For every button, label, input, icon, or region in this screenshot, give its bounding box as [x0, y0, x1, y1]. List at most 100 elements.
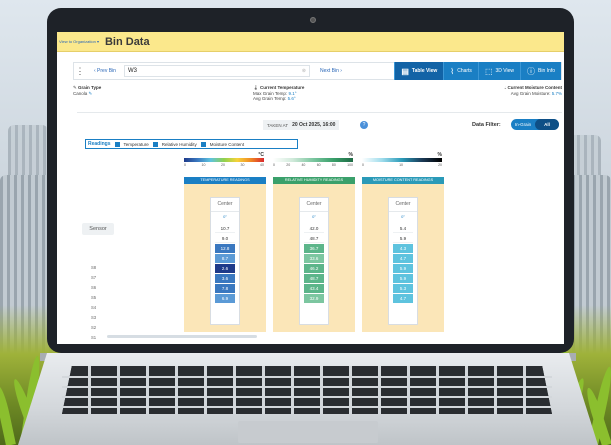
- moisture-checkbox-label: Moisture Content: [209, 141, 245, 147]
- help-icon[interactable]: ?: [360, 121, 368, 129]
- taken-at-value: 20 Oct 2025, 16:00: [292, 122, 336, 128]
- legend-tick-label: 80: [331, 163, 336, 167]
- bin-toolbar: ⋮ ‹ Prev Bin W3 ⊗ Next Bin › ▤ Table Vie…: [73, 62, 562, 80]
- legend-gradient-bar: [362, 158, 442, 162]
- divider: [389, 211, 417, 212]
- humidity-checkbox-label: Relative Humidity: [161, 141, 197, 147]
- reading-cell[interactable]: 3.6: [215, 274, 235, 283]
- sensor-label: S7: [91, 275, 97, 280]
- reading-cell[interactable]: 6.9: [215, 294, 235, 303]
- reading-cell[interactable]: 46.2: [304, 264, 324, 273]
- legend-tick-label: 0: [184, 163, 186, 167]
- grain-type-label: Grain Type: [78, 85, 102, 90]
- bin-select-value: W3: [128, 68, 137, 74]
- reading-cell[interactable]: 43.4: [304, 284, 324, 293]
- divider: [300, 211, 328, 212]
- temperature-checkbox-label: Temperature: [123, 141, 149, 147]
- legend-gradient-bar: [273, 158, 353, 162]
- sensor-label: S1: [91, 335, 97, 340]
- reading-cell[interactable]: 48.7: [304, 234, 324, 243]
- temperature-checkbox[interactable]: [114, 141, 120, 147]
- temperature-label: Current Temperature: [259, 85, 305, 90]
- horizontal-scrollbar[interactable]: [107, 335, 257, 338]
- sensor-label: S4: [91, 305, 97, 310]
- legend-ticks: 0 10 20: [362, 163, 442, 167]
- laptop-trackpad: [238, 421, 378, 443]
- reading-cell[interactable]: 8.7: [215, 254, 235, 263]
- center-cable-card: Center 0° 42.0 48.7 36.7 33.6 46.2 48.7 43.4 32.9: [299, 197, 329, 325]
- readings-label: Readings: [88, 141, 111, 147]
- keyboard-row-gap: [62, 376, 552, 378]
- readings-checkbox-bar: Readings Temperature Relative Humidity M…: [85, 139, 298, 149]
- tab-table-view[interactable]: ▤ Table View: [394, 62, 444, 80]
- grain-type-value: Canola: [73, 90, 88, 96]
- next-bin-link[interactable]: Next Bin ›: [320, 68, 342, 74]
- bin-select-input[interactable]: W3 ⊗: [124, 65, 310, 77]
- filter-in-grain[interactable]: In-Grain: [511, 122, 535, 127]
- reading-cell[interactable]: 32.9: [304, 294, 324, 303]
- edit-icon[interactable]: ✎: [89, 91, 93, 96]
- taken-at-label: TAKEN AT: [267, 122, 289, 128]
- moisture-label: Current Moisture Content: [507, 85, 563, 90]
- max-temp-value: 9.1°: [288, 90, 297, 96]
- legend-ticks: 0 10 20 30 40: [184, 163, 264, 167]
- reading-cell[interactable]: 5.3: [393, 284, 413, 293]
- legend-tick-label: 20: [221, 163, 225, 167]
- moisture-checkbox[interactable]: [200, 141, 206, 147]
- reading-cell[interactable]: 2.6: [215, 264, 235, 273]
- reading-cell[interactable]: 9.0: [215, 234, 235, 243]
- clear-icon[interactable]: ⊗: [302, 68, 309, 74]
- legend-scale: % 0 20 40 60 80 100: [273, 152, 353, 172]
- cable-title: Center: [217, 201, 233, 207]
- laptop-screen: View to Organization ▾ Bin Data ⋮ ‹ Prev…: [57, 32, 564, 344]
- reading-cell[interactable]: 5.9: [393, 234, 413, 243]
- view-switcher: ▤ Table View ⌇ Charts ⬚ 3D View ⓘ Bin In…: [394, 62, 561, 80]
- sensor-label: S2: [91, 325, 97, 330]
- breadcrumb[interactable]: View to Organization ▾: [59, 39, 99, 44]
- legend-ticks: 0 20 40 60 80 100: [273, 163, 353, 167]
- prev-bin-link[interactable]: ‹ Prev Bin: [94, 68, 124, 74]
- reading-cell[interactable]: 4.7: [393, 254, 413, 263]
- legend-tick-label: 30: [240, 163, 245, 167]
- legend-scale: °C 0 10 20 30 40: [184, 152, 264, 172]
- reading-cell[interactable]: 4.3: [393, 244, 413, 253]
- reading-cell[interactable]: 5.9: [393, 274, 413, 283]
- data-filter-toggle[interactable]: In-Grain All: [511, 119, 559, 130]
- divider: [211, 211, 239, 212]
- tab-charts-label: Charts: [457, 68, 472, 74]
- grain-type-block: ✎ Grain Type Canola ✎: [73, 85, 101, 96]
- legend-tick-label: 20: [286, 163, 291, 167]
- cable-angle: 0°: [401, 214, 405, 219]
- tab-bin-info-label: Bin Info: [538, 68, 555, 74]
- sensor-label: S5: [91, 295, 97, 300]
- cable-angle: 0°: [312, 214, 316, 219]
- tab-3d-view-label: 3D View: [495, 68, 515, 74]
- temperature-block: 🌡︎ Current Temperature Max Grain Temp: 9…: [253, 85, 304, 102]
- cable-title: Center: [306, 201, 322, 207]
- reading-cell[interactable]: 36.7: [304, 244, 324, 253]
- bin-info-row: ✎ Grain Type Canola ✎ 🌡︎ Current Tempera…: [73, 85, 562, 107]
- reading-cell[interactable]: 10.7: [215, 224, 235, 233]
- column-header: RELATIVE HUMIDITY READINGS: [273, 177, 355, 184]
- reading-cell[interactable]: 4.7: [393, 294, 413, 303]
- readings-column: Center 0° 42.0 48.7 36.7 33.6 46.2 48.7 43.4 32.9: [273, 184, 355, 332]
- cable-angle: 0°: [223, 214, 227, 219]
- reading-cell[interactable]: 7.8: [215, 284, 235, 293]
- center-cable-card: Center 0° 5.4 5.9 4.3 4.7 5.9 5.9 5.3 4.7: [388, 197, 418, 325]
- reading-cell[interactable]: 12.8: [215, 244, 235, 253]
- tab-bin-info[interactable]: ⓘ Bin Info: [520, 62, 561, 80]
- app-header: View to Organization ▾ Bin Data: [57, 32, 564, 52]
- avg-moisture-value: 5.7%: [551, 90, 562, 96]
- reading-cell[interactable]: 48.7: [304, 274, 324, 283]
- filter-all[interactable]: All: [535, 119, 559, 130]
- avg-temp-value: 5.6°: [287, 96, 296, 101]
- tab-3d-view[interactable]: ⬚ 3D View: [477, 62, 521, 80]
- reading-cell[interactable]: 5.4: [393, 224, 413, 233]
- chart-icon: ▤: [401, 66, 409, 76]
- reading-cell[interactable]: 42.0: [304, 224, 324, 233]
- reading-cell[interactable]: 33.6: [304, 254, 324, 263]
- menu-dots-icon[interactable]: ⋮: [74, 67, 86, 76]
- reading-cell[interactable]: 5.9: [393, 264, 413, 273]
- tab-charts[interactable]: ⌇ Charts: [443, 62, 478, 80]
- humidity-checkbox[interactable]: [152, 141, 158, 147]
